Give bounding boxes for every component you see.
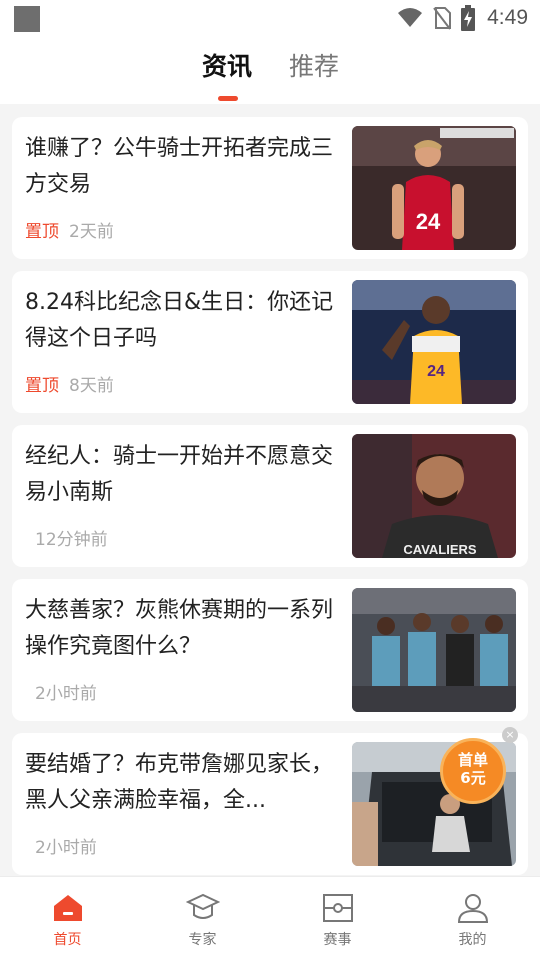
pinned-label: 置顶 <box>25 222 59 242</box>
news-time: 8天前 <box>69 376 114 396</box>
news-card[interactable]: 8.24科比纪念日&生日：你还记得这个日子吗 置顶 8天前 24 <box>12 271 528 413</box>
battery-charging-icon <box>461 5 476 31</box>
nav-home-label: 首页 <box>53 932 82 948</box>
bottom-nav: 首页 专家 赛事 我的 <box>0 876 540 961</box>
status-time: 4:49 <box>487 6 528 29</box>
news-title: 谁赚了？公牛骑士开拓者完成三方交易 <box>25 136 334 197</box>
cavaliers-player-photo: CAVALIERS <box>352 434 516 558</box>
news-meta: 2小时前 <box>25 683 97 705</box>
tab-news[interactable]: 资讯 <box>202 50 252 84</box>
promo-line1: 首单 <box>457 751 488 769</box>
grizzlies-team-photo <box>352 588 516 712</box>
wifi-icon <box>398 8 423 27</box>
news-title: 经纪人：骑士一开始并不愿意交易小南斯 <box>25 444 334 505</box>
tab-recommend[interactable]: 推荐 <box>289 50 339 84</box>
nav-matches-label: 赛事 <box>323 932 352 948</box>
news-meta: 置顶 2天前 <box>25 221 114 243</box>
news-time: 2小时前 <box>35 838 97 858</box>
graduation-cap-icon <box>185 893 220 919</box>
news-card[interactable]: 谁赚了？公牛骑士开拓者完成三方交易 置顶 2天前 24 <box>12 117 528 259</box>
nav-experts-label: 专家 <box>188 932 217 948</box>
active-tab-indicator <box>218 96 238 101</box>
news-time: 2小时前 <box>35 684 97 704</box>
news-meta: 2小时前 <box>25 837 97 859</box>
news-title: 8.24科比纪念日&生日：你还记得这个日子吗 <box>25 290 334 351</box>
status-icons: 4:49 <box>397 4 528 32</box>
news-title: 要结婚了？布克带詹娜见家长，黑人父亲满脸幸福，全... <box>25 752 334 813</box>
news-card[interactable]: 大慈善家？灰熊休赛期的一系列操作究竟图什么？ 2小时前 <box>12 579 528 721</box>
nav-home[interactable]: 首页 <box>0 877 135 961</box>
status-bar: 4:49 <box>0 0 540 36</box>
home-icon <box>53 895 82 921</box>
svg-text:24: 24 <box>427 363 445 380</box>
svg-text:24: 24 <box>416 209 441 234</box>
no-sim-icon <box>433 7 452 30</box>
pinned-label: 置顶 <box>25 376 59 396</box>
news-title: 大慈善家？灰熊休赛期的一系列操作究竟图什么？ <box>25 598 334 659</box>
bulls-player-photo: 24 <box>352 126 516 250</box>
notification-icon <box>14 6 40 32</box>
news-time: 12分钟前 <box>35 530 108 550</box>
news-card[interactable]: 经纪人：骑士一开始并不愿意交易小南斯 12分钟前 CAVALIERS <box>12 425 528 567</box>
news-meta: 置顶 8天前 <box>25 375 114 397</box>
svg-text:CAVALIERS: CAVALIERS <box>403 542 477 557</box>
nav-experts[interactable]: 专家 <box>135 877 270 961</box>
court-icon <box>322 894 353 922</box>
promo-close-icon[interactable]: × <box>502 727 518 743</box>
news-meta: 12分钟前 <box>25 529 108 551</box>
promo-line2: 6元 <box>460 769 486 787</box>
nav-profile-label: 我的 <box>458 932 487 948</box>
top-tab-bar: 资讯 推荐 <box>0 36 540 104</box>
promo-badge[interactable]: 首单 6元 <box>440 738 506 804</box>
user-icon <box>457 894 488 923</box>
lakers-player-photo: 24 <box>352 280 516 404</box>
nav-matches[interactable]: 赛事 <box>270 877 405 961</box>
news-time: 2天前 <box>69 222 114 242</box>
nav-profile[interactable]: 我的 <box>405 877 540 961</box>
